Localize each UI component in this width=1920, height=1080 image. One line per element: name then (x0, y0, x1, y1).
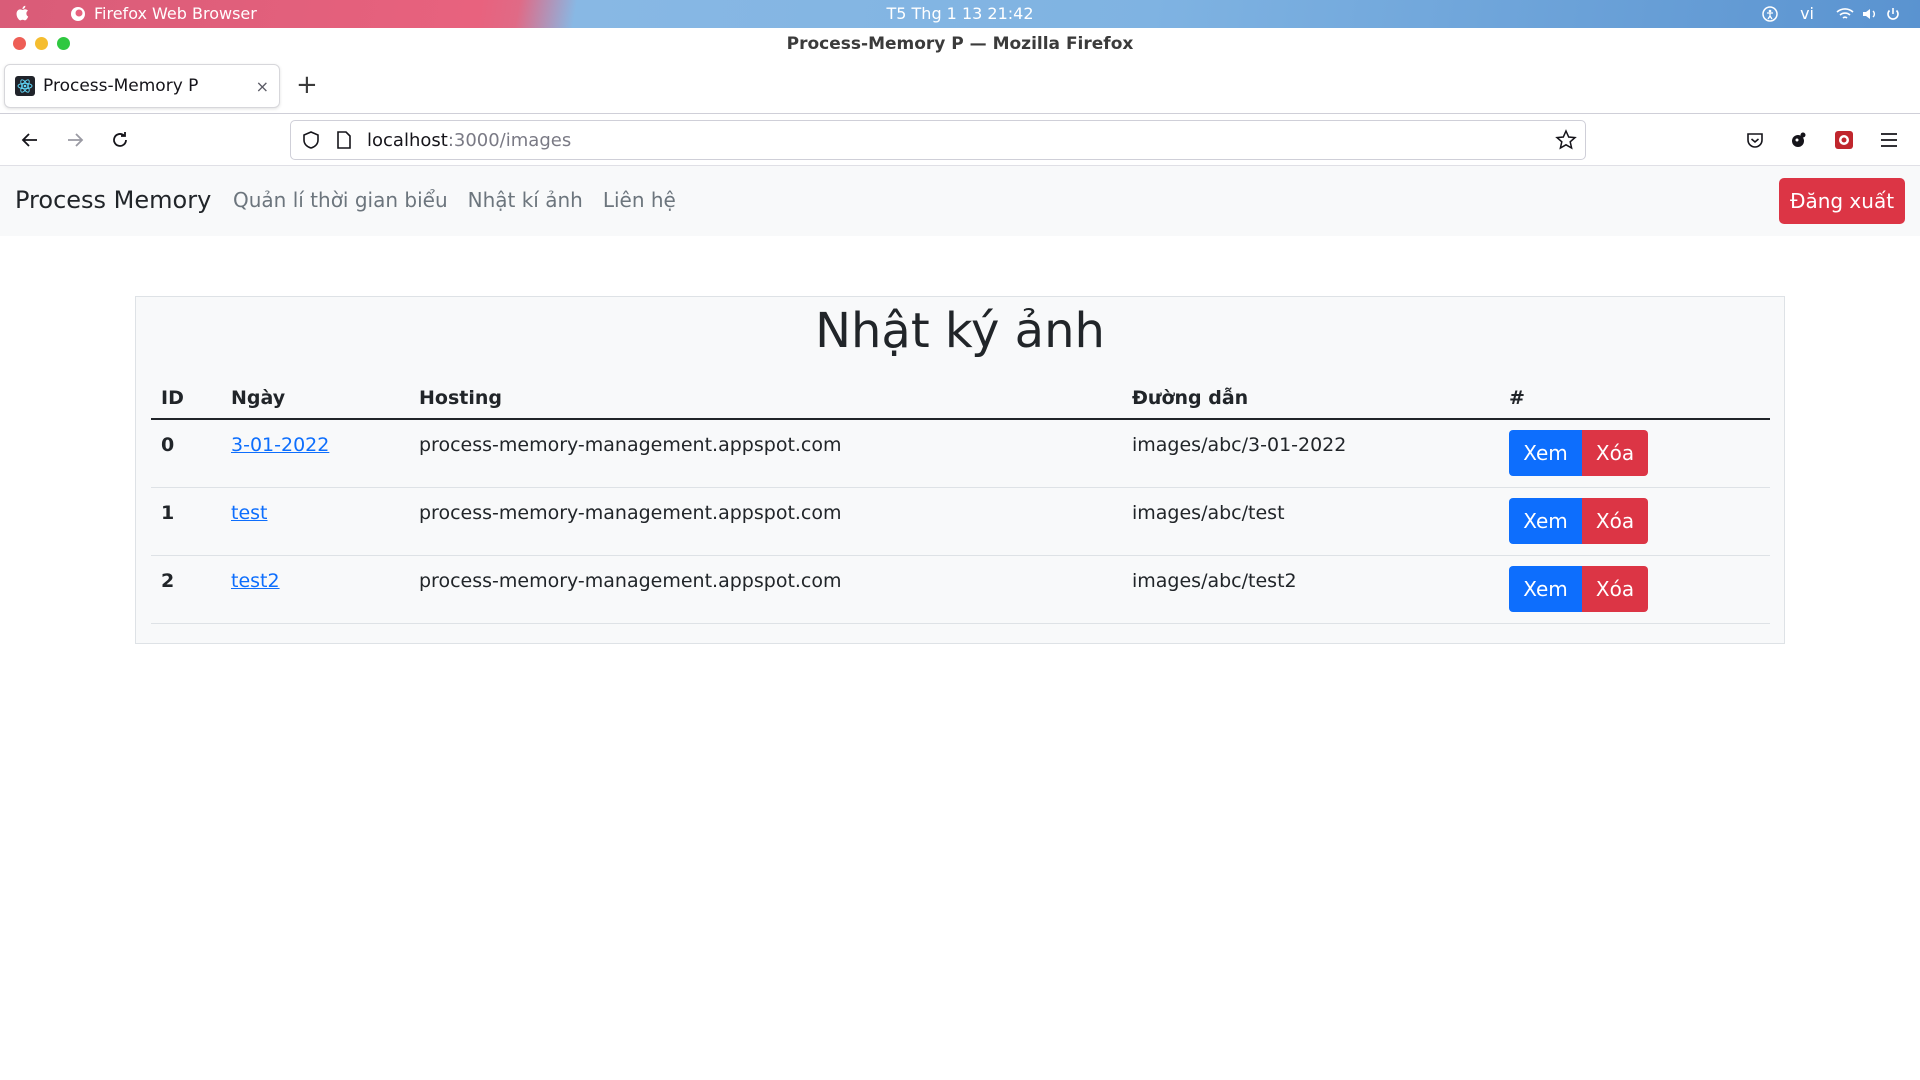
tab-process-memory[interactable]: Process-Memory P × (4, 64, 280, 108)
page-title: Nhật ký ảnh (815, 303, 1105, 359)
view-button[interactable]: Xem (1509, 565, 1582, 612)
row-actions: Xem Xóa (1499, 555, 1770, 624)
row-hosting: process-memory-management.appspot.com (409, 419, 1122, 488)
table-row: 1 test process-memory-management.appspot… (151, 487, 1770, 556)
app-navbar: Process Memory Quản lí thời gian biểu Nh… (0, 166, 1920, 236)
date-link[interactable]: test2 (231, 570, 280, 592)
wifi-icon[interactable] (1836, 7, 1854, 21)
view-button[interactable]: Xem (1509, 430, 1582, 476)
nav-link-photo-diary[interactable]: Nhật kí ảnh (468, 188, 583, 212)
address-bar[interactable]: localhost:3000/images (290, 120, 1586, 160)
row-hosting: process-memory-management.appspot.com (409, 487, 1122, 556)
images-card: Nhật ký ảnh ID Ngày Hosting Đường dẫn # … (135, 296, 1785, 644)
nav-link-schedule[interactable]: Quản lí thời gian biểu (233, 188, 448, 212)
bookmark-star-icon[interactable] (1555, 129, 1577, 151)
column-header-path: Đường dẫn (1122, 377, 1499, 420)
view-button[interactable]: Xem (1509, 497, 1582, 544)
table-row: 0 3-01-2022 process-memory-management.ap… (151, 419, 1770, 488)
active-app-menu[interactable]: Firefox Web Browser (70, 4, 257, 23)
back-button[interactable] (18, 128, 42, 152)
row-actions: Xem Xóa (1499, 487, 1770, 556)
table-header-row: ID Ngày Hosting Đường dẫn # (151, 377, 1770, 420)
app-menu-button[interactable] (1877, 128, 1901, 152)
column-header-id: ID (151, 377, 221, 420)
active-app-name: Firefox Web Browser (94, 4, 257, 23)
row-actions: Xem Xóa (1499, 419, 1770, 488)
delete-button[interactable]: Xóa (1582, 430, 1648, 476)
url-text[interactable]: localhost:3000/images (367, 130, 571, 151)
arrow-right-icon (68, 133, 84, 147)
row-id: 2 (151, 555, 221, 624)
images-table: ID Ngày Hosting Đường dẫn # 0 3-01-2022 … (151, 377, 1770, 624)
new-tab-button[interactable]: + (296, 72, 318, 98)
column-header-date: Ngày (221, 377, 409, 420)
url-path: :3000/images (447, 130, 572, 151)
arrow-left-icon (21, 133, 37, 147)
nav-links: Quản lí thời gian biểu Nhật kí ảnh Liên … (233, 188, 676, 212)
power-icon[interactable] (1886, 7, 1900, 21)
row-path: images/abc/test (1122, 487, 1499, 556)
addon-button[interactable] (1832, 128, 1856, 152)
tab-strip: Process-Memory P × + (0, 60, 1920, 114)
pocket-icon (1747, 133, 1763, 148)
forward-button[interactable] (63, 128, 87, 152)
navbar-brand[interactable]: Process Memory (15, 186, 211, 214)
os-top-bar: Firefox Web Browser T5 Thg 1 13 21:42 vi (0, 0, 1920, 28)
pocket-button[interactable] (1743, 128, 1767, 152)
reload-button[interactable] (108, 128, 132, 152)
nav-link-contact[interactable]: Liên hệ (603, 188, 676, 212)
url-host: localhost (367, 130, 448, 151)
volume-icon[interactable] (1862, 7, 1878, 21)
row-id: 0 (151, 419, 221, 488)
tab-close-icon[interactable]: × (256, 77, 269, 96)
extension-button[interactable] (1787, 128, 1811, 152)
delete-button[interactable]: Xóa (1582, 565, 1648, 612)
logout-button[interactable]: Đăng xuất (1779, 178, 1905, 224)
tab-title: Process-Memory P (43, 76, 199, 96)
row-path: images/abc/test2 (1122, 555, 1499, 624)
delete-button[interactable]: Xóa (1582, 497, 1648, 544)
browser-toolbar: localhost:3000/images (0, 114, 1920, 166)
shield-icon[interactable] (301, 130, 321, 150)
apple-icon[interactable] (14, 4, 32, 22)
table-row: 2 test2 process-memory-management.appspo… (151, 555, 1770, 624)
date-link[interactable]: test (231, 502, 268, 524)
system-tray: vi (1762, 4, 1900, 23)
row-id: 1 (151, 487, 221, 556)
row-hosting: process-memory-management.appspot.com (409, 555, 1122, 624)
firefox-icon (71, 6, 85, 21)
date-link[interactable]: 3-01-2022 (231, 434, 329, 456)
column-header-actions: # (1499, 377, 1770, 420)
row-path: images/abc/3-01-2022 (1122, 419, 1499, 488)
window-titlebar: Process-Memory P — Mozilla Firefox (0, 28, 1920, 60)
keyboard-language[interactable]: vi (1800, 4, 1814, 23)
window-title: Process-Memory P — Mozilla Firefox (786, 34, 1134, 54)
accessibility-icon[interactable] (1762, 5, 1778, 22)
hamburger-menu-icon (1881, 133, 1897, 147)
clock: T5 Thg 1 13 21:42 (886, 4, 1034, 23)
extension-icon (1792, 132, 1806, 147)
page-info-icon[interactable] (335, 130, 353, 150)
addon-icon (1835, 131, 1853, 149)
reload-icon (113, 132, 127, 147)
react-icon (15, 76, 35, 96)
column-header-hosting: Hosting (409, 377, 1122, 420)
